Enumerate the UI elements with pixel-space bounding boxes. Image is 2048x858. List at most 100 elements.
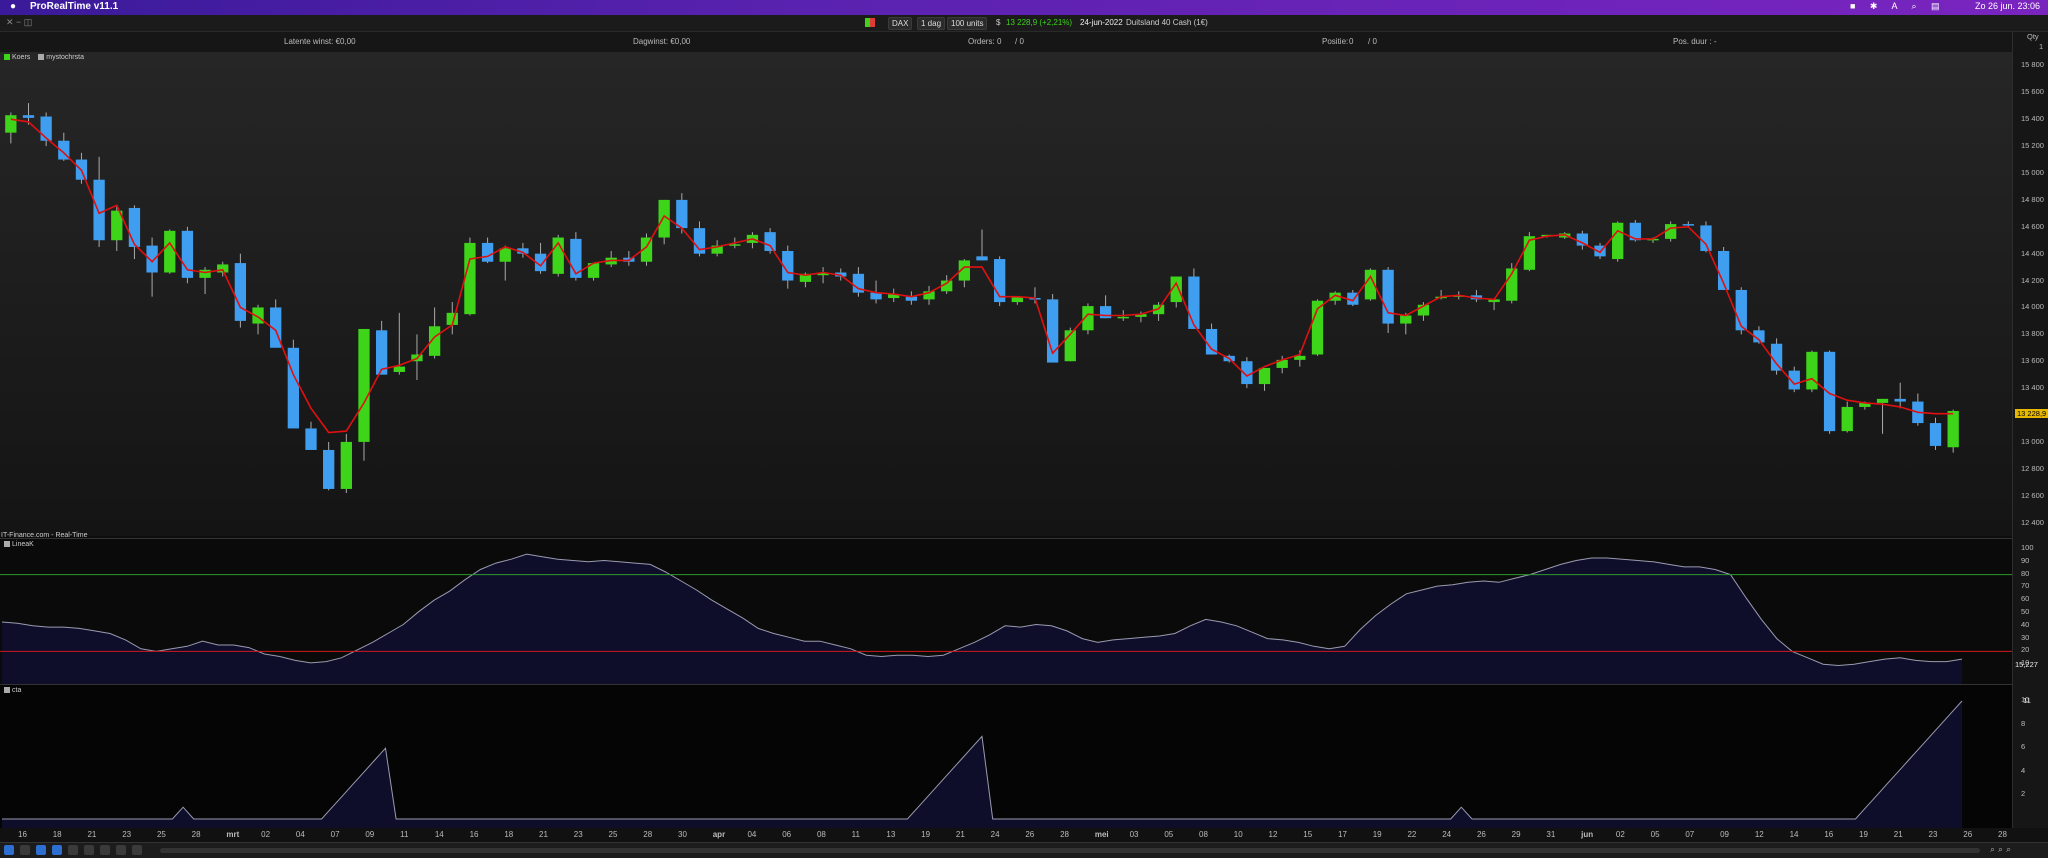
lineak-legend[interactable]: LineaK: [4, 541, 34, 548]
candle-body: [1841, 406, 1853, 432]
price-tick-label: 15 000: [2021, 168, 2044, 177]
date-tick-label: 16: [469, 830, 479, 839]
cursor-icon[interactable]: [20, 845, 30, 855]
candle-body: [1823, 351, 1836, 432]
orders-total: / 0: [1015, 37, 1024, 46]
macos-menubar: ● ProRealTime v11.1 ■ ✱ A ⌕ ▤ Zo 26 jun.…: [0, 0, 2048, 15]
date-tick-label: 26: [1025, 830, 1035, 839]
date-tick-label: 25: [156, 830, 166, 839]
orders-label: Orders:: [968, 37, 995, 46]
price-tick-label: 14 800: [2021, 194, 2044, 204]
price-tick-label: 13 000: [2021, 436, 2044, 446]
qty-value[interactable]: 1: [2039, 42, 2043, 51]
date-axis[interactable]: 16 18 21 23 25 28 mrt 02 04 07 09 11 14 16 18 21 23 25 28 3…: [0, 828, 2048, 842]
pencil-icon[interactable]: [4, 845, 14, 855]
menubar-status-icons[interactable]: ■ ✱ A ⌕ ▤: [1850, 1, 1946, 12]
date-tick-label: 21: [539, 830, 548, 839]
period-select[interactable]: 1 dag: [917, 17, 946, 30]
candle-body: [1682, 224, 1694, 226]
date-tick-label: 17: [1338, 830, 1347, 839]
date-tick-label: 18: [504, 830, 514, 839]
position-count[interactable]: 0: [1349, 37, 1353, 46]
price-chart-panel[interactable]: Koers mystochrsta IT-Finance.com - Real-…: [0, 52, 2012, 539]
lineak-chart[interactable]: [0, 539, 2012, 687]
cta-chart[interactable]: [0, 685, 2012, 829]
date-tick-label: 02: [1615, 830, 1625, 839]
price-tick-label: 15 800: [2021, 60, 2044, 70]
date-tick-label: 07: [330, 830, 340, 839]
menubar-clock[interactable]: Zo 26 jun. 23:06: [1975, 1, 2040, 11]
date-tick-label: mei: [1094, 830, 1109, 839]
units-select[interactable]: 100 units: [947, 17, 988, 30]
price-tick-label: 12 600: [2021, 490, 2044, 500]
zoom-icon[interactable]: [52, 845, 62, 855]
cta-panel[interactable]: cta: [0, 684, 2012, 829]
date-tick-label: 21: [87, 830, 97, 839]
date-tick-label: 08: [1199, 830, 1208, 839]
latent-profit: Latente winst: €0,00: [284, 37, 356, 46]
layout-icon[interactable]: [84, 845, 94, 855]
date-tick-label: mrt: [226, 830, 240, 839]
date-tick-label: 15: [1303, 830, 1313, 839]
cta-legend[interactable]: cta: [4, 687, 21, 694]
lineak-tick-label: 50: [2021, 607, 2030, 616]
date-tick-label: 23: [1928, 830, 1938, 839]
date-tick-label: 04: [747, 830, 757, 839]
lineak-color-icon: [4, 541, 10, 547]
candle-body: [323, 449, 335, 489]
candle-body: [1700, 225, 1712, 251]
app-title[interactable]: ProRealTime v11.1: [30, 1, 118, 12]
price-tick-label: 15 200: [2021, 141, 2044, 151]
price-axis[interactable]: Qty 1 15 800 15 600 15 400 15 200 15 000 14 8…: [2012, 32, 2048, 828]
candlestick-chart[interactable]: [0, 52, 2012, 536]
candle-body: [1400, 315, 1412, 324]
chart-type-icon[interactable]: [865, 18, 875, 27]
date-tick-label: 18: [52, 830, 62, 839]
price-legend[interactable]: Koers mystochrsta: [4, 54, 84, 61]
crosshair-icon[interactable]: [36, 845, 46, 855]
koers-color-icon: [4, 54, 10, 60]
position-total: / 0: [1368, 37, 1377, 46]
price-tick-label: 14 000: [2021, 302, 2044, 312]
horizontal-scrollbar[interactable]: [160, 848, 1980, 853]
grid-icon[interactable]: [68, 845, 78, 855]
candle-body: [1929, 423, 1942, 446]
instrument-select[interactable]: DAX: [888, 17, 913, 30]
lineak-panel[interactable]: LineaK: [0, 538, 2012, 687]
legend-lineak: LineaK: [12, 541, 34, 548]
export-icon[interactable]: [116, 845, 126, 855]
candle-body: [976, 256, 988, 261]
candle-body: [1099, 306, 1112, 319]
settings-icon[interactable]: [132, 845, 142, 855]
candle-body: [499, 248, 511, 262]
candle-body: [358, 328, 370, 442]
lineak-tick-label: 60: [2021, 594, 2030, 604]
price-tick-label: 14 600: [2021, 221, 2044, 231]
date-tick-label: 07: [1685, 830, 1695, 839]
date-tick-label: 25: [608, 830, 618, 839]
price-tick-label: 12 800: [2021, 463, 2044, 473]
lineak-tick-label: 80: [2021, 568, 2030, 578]
date-tick-label: 09: [365, 830, 375, 839]
date-tick-label: 31: [1546, 830, 1556, 839]
candle-body: [1612, 222, 1624, 260]
zoom-controls[interactable]: ⌕⌕⌕: [1990, 844, 2014, 855]
apple-icon[interactable]: ●: [10, 1, 16, 12]
candle-body: [1894, 398, 1906, 402]
cta-tick-label: 2: [2021, 789, 2026, 799]
currency-icon: $: [996, 18, 1001, 27]
cta-top-tag: 11: [2023, 696, 2031, 705]
legend-indicator: mystochrsta: [46, 54, 84, 61]
window-controls[interactable]: ✕ − ◫: [6, 17, 32, 28]
orders-count[interactable]: 0: [997, 37, 1001, 46]
print-icon[interactable]: [100, 845, 110, 855]
date-tick-label: 28: [1998, 830, 2007, 839]
date-tick-label: 29: [1511, 830, 1521, 839]
date-tick-label: 03: [1129, 830, 1139, 839]
candle-body: [22, 115, 35, 118]
price-tick-label: 13 400: [2021, 383, 2044, 393]
candle-body: [1664, 224, 1677, 239]
drawing-tools-bar: ⌕⌕⌕: [0, 842, 2048, 858]
price-tick-label: 13 800: [2021, 329, 2044, 339]
date-tick-label: 02: [261, 830, 271, 839]
